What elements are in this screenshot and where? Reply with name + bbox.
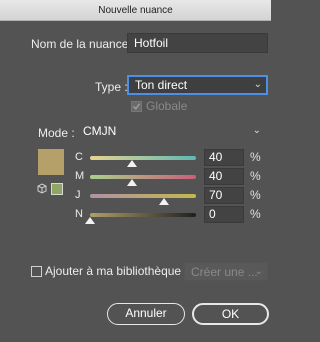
checkmark-icon [132,103,141,111]
global-label: Globale [146,99,188,113]
slider-thumb[interactable] [127,179,138,186]
slider-value-input[interactable]: 0 [204,206,244,223]
slider-thumb[interactable] [127,160,138,167]
percent-unit-label: % [250,150,261,164]
add-to-library-label: Ajouter à ma bibliothèque [45,264,182,278]
slider-track[interactable] [90,194,196,198]
slider-value-input[interactable]: 70 [204,187,244,204]
percent-unit-label: % [250,188,261,202]
percent-unit-label: % [250,169,261,183]
slider-label: M [75,170,85,182]
library-select-placeholder: Créer une ... [191,265,258,279]
type-select[interactable]: Ton direct ⌄ [127,75,268,95]
chevron-down-icon: ⌄ [253,79,262,90]
slider-thumb[interactable] [85,217,95,224]
out-of-gamut-cube-icon[interactable] [37,183,47,195]
mode-label: Mode : [38,126,75,140]
slider-track[interactable] [90,156,196,160]
type-select-value: Ton direct [135,78,188,92]
add-to-library-checkbox[interactable] [31,266,42,277]
slider-thumb[interactable] [159,198,170,205]
cancel-button[interactable]: Annuler [107,303,185,325]
slider-value-input[interactable]: 40 [204,168,244,185]
slider-track[interactable] [90,175,196,179]
ok-button[interactable]: OK [192,303,269,325]
out-of-gamut-swatch[interactable] [51,183,63,195]
slider-value-input[interactable]: 40 [204,149,244,166]
slider-label: J [75,189,81,201]
mode-select[interactable]: CMJN ⌄ [77,122,267,140]
chevron-down-icon: ⌄ [254,266,263,277]
mode-select-value: CMJN [83,124,117,138]
global-checkbox[interactable] [131,101,142,112]
window-title: Nouvelle nuance [0,0,271,21]
chevron-down-icon: ⌄ [252,125,261,136]
slider-label: N [75,208,83,220]
slider-label: C [75,151,83,163]
swatch-name-input[interactable]: Hotfoil [127,33,268,53]
color-preview-swatch [38,149,64,175]
type-label: Type : [95,80,128,94]
library-select[interactable]: Créer une ... ⌄ [184,262,268,281]
swatch-name-label: Nom de la nuance : [31,37,136,51]
percent-unit-label: % [250,207,261,221]
slider-track[interactable] [90,213,196,217]
